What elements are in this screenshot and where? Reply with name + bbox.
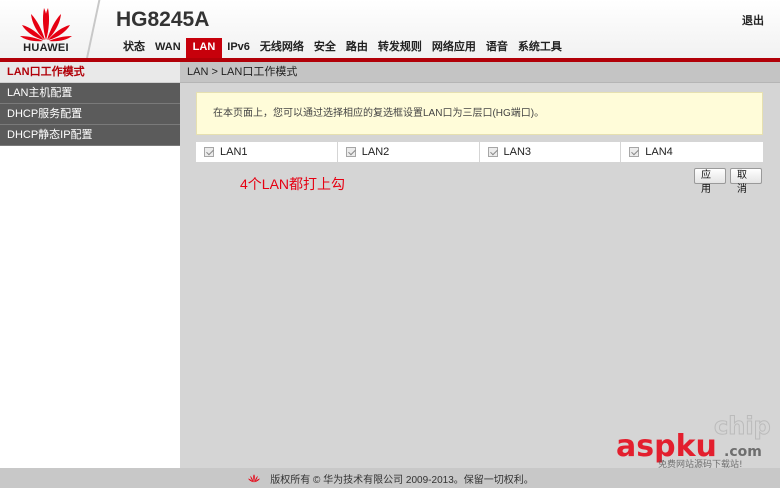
brand-name: HUAWEI bbox=[23, 42, 69, 54]
huawei-logo-small-icon bbox=[248, 474, 261, 483]
nav-item-forward-rules[interactable]: 转发规则 bbox=[373, 38, 427, 58]
nav-item-route[interactable]: 路由 bbox=[341, 38, 373, 58]
sidebar-item-lan-host-config[interactable]: LAN主机配置 bbox=[0, 83, 180, 104]
lan3-label: LAN3 bbox=[503, 146, 532, 158]
lan4-checkbox[interactable] bbox=[629, 147, 640, 157]
nav-item-voice[interactable]: 语音 bbox=[481, 38, 513, 58]
aspku-watermark-domain: .com bbox=[724, 444, 762, 460]
aspku-watermark: chip aspku .com 免费网站源码下载站! bbox=[596, 398, 776, 471]
apply-button[interactable]: 应用 bbox=[694, 168, 726, 195]
sidebar-item-dhcp-service[interactable]: DHCP服务配置 bbox=[0, 104, 180, 125]
chip-watermark-text: chip bbox=[714, 412, 771, 440]
nav-item-lan[interactable]: LAN bbox=[185, 38, 223, 58]
nav-item-wireless[interactable]: 无线网络 bbox=[255, 38, 309, 58]
lan-port-cell: LAN1 bbox=[196, 142, 338, 162]
sidebar: LAN口工作模式 LAN主机配置 DHCP服务配置 DHCP静态IP配置 bbox=[0, 62, 180, 468]
lan-port-cell: LAN4 bbox=[621, 142, 763, 162]
annotation-note: 4个LAN都打上勾 bbox=[240, 176, 346, 192]
lan2-checkbox[interactable] bbox=[345, 147, 356, 157]
sidebar-item-lan-port-mode[interactable]: LAN口工作模式 bbox=[0, 62, 180, 83]
breadcrumb: LAN > LAN口工作模式 bbox=[180, 62, 780, 83]
copyright-text: 版权所有 © 华为技术有限公司 2009-2013。保留一切权利。 bbox=[270, 474, 534, 486]
nav-item-status[interactable]: 状态 bbox=[118, 38, 150, 58]
huawei-logo: HUAWEI bbox=[14, 4, 78, 56]
header: HUAWEI HG8245A 退出 状态 WAN LAN IPv6 无线网络 安… bbox=[0, 0, 780, 60]
lan2-label: LAN2 bbox=[361, 146, 390, 158]
lan-port-cell: LAN3 bbox=[480, 142, 622, 162]
info-box: 在本页面上，您可以通过选择相应的复选框设置LAN口为三层口(HG端口)。 bbox=[196, 92, 763, 135]
footer: 版权所有 © 华为技术有限公司 2009-2013。保留一切权利。 bbox=[0, 468, 780, 488]
lan4-label: LAN4 bbox=[645, 146, 673, 158]
top-nav: 状态 WAN LAN IPv6 无线网络 安全 路由 转发规则 网络应用 语音 … bbox=[118, 38, 567, 58]
nav-item-network-apps[interactable]: 网络应用 bbox=[427, 38, 481, 58]
lan3-checkbox[interactable] bbox=[487, 147, 498, 157]
nav-item-system-tools[interactable]: 系统工具 bbox=[513, 38, 567, 58]
device-model: HG8245A bbox=[116, 8, 210, 31]
logout-link[interactable]: 退出 bbox=[742, 12, 764, 28]
nav-item-wan[interactable]: WAN bbox=[150, 38, 186, 58]
lan-port-checkbox-row: LAN1 LAN2 LAN3 LAN4 bbox=[196, 142, 763, 162]
sidebar-item-dhcp-static-ip[interactable]: DHCP静态IP配置 bbox=[0, 125, 180, 146]
aspku-watermark-text: aspku bbox=[616, 429, 717, 464]
header-divider bbox=[85, 0, 101, 60]
huawei-petals-icon bbox=[20, 8, 72, 42]
nav-item-security[interactable]: 安全 bbox=[309, 38, 341, 58]
lan1-label: LAN1 bbox=[220, 146, 248, 158]
nav-item-ipv6[interactable]: IPv6 bbox=[222, 38, 255, 58]
lan-port-cell: LAN2 bbox=[338, 142, 480, 162]
cancel-button[interactable]: 取消 bbox=[730, 168, 762, 195]
lan1-checkbox[interactable] bbox=[204, 147, 214, 157]
